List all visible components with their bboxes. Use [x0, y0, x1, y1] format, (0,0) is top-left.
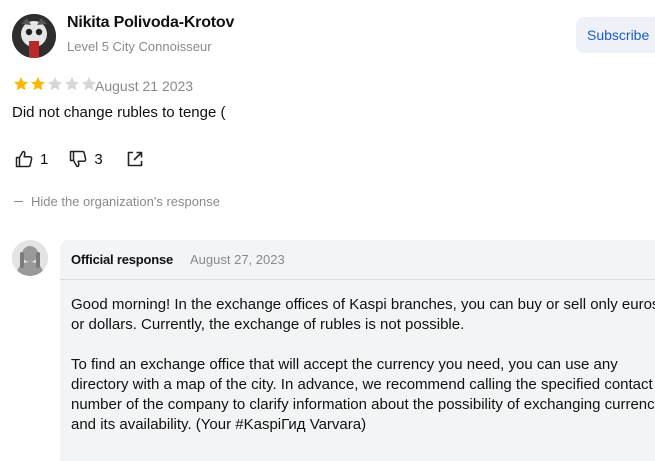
response-body: Good morning! In the exchange offices of… [71, 295, 655, 455]
dislike-button[interactable]: 3 [68, 149, 103, 169]
star-icon [65, 77, 79, 91]
star-icon [31, 77, 45, 91]
response-date: August 27, 2023 [190, 252, 285, 267]
response-label: Official response [71, 252, 174, 267]
dash-icon [14, 201, 23, 202]
organization-avatar [12, 240, 48, 276]
hide-response-toggle[interactable]: Hide the organization's response [14, 194, 220, 209]
share-button[interactable] [125, 149, 145, 169]
official-response: Official response August 27, 2023 Good m… [60, 240, 655, 461]
author-avatar[interactable] [12, 14, 56, 58]
review-date: August 21 2023 [95, 78, 194, 94]
thumbs-down-icon [70, 150, 87, 168]
like-count: 1 [40, 150, 49, 168]
hide-response-label: Hide the organization's response [31, 194, 220, 209]
like-button[interactable]: 1 [14, 149, 48, 169]
star-icon [48, 77, 62, 91]
response-paragraph: To find an exchange office that will acc… [71, 356, 655, 433]
subscribe-button[interactable]: Subscribe [576, 17, 655, 53]
response-paragraph: Good morning! In the exchange offices of… [71, 296, 655, 333]
dislike-count: 3 [94, 150, 103, 168]
share-icon [127, 151, 142, 167]
author-name[interactable]: Nikita Polivoda-Krotov [67, 14, 234, 32]
review-text: Did not change rubles to tenge ( [12, 104, 226, 121]
thumbs-up-icon [15, 150, 33, 168]
star-rating [13, 76, 97, 92]
star-icon [14, 77, 28, 91]
review-actions: 1 3 [14, 148, 145, 170]
author-level: Level 5 City Connoisseur [67, 39, 212, 54]
response-header: Official response August 27, 2023 [60, 240, 655, 280]
